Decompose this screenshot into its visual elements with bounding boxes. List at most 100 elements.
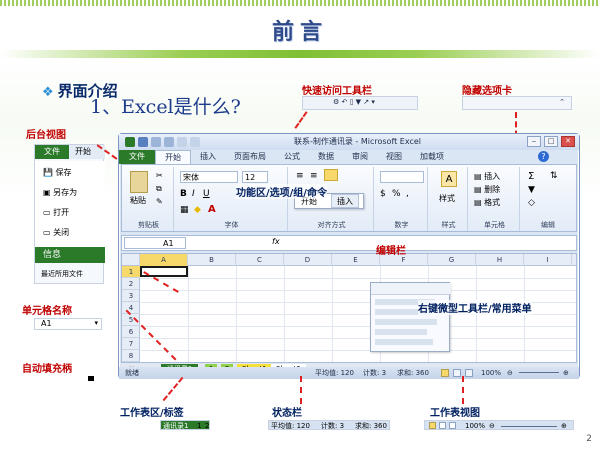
gridline [236, 266, 237, 362]
excel-window: 联系-制作通讯录 - Microsoft Excel ‒ □ ✕ 文件 开始 插… [118, 133, 580, 379]
cut-icon[interactable]: ✂ [156, 171, 163, 180]
format-painter-icon[interactable]: ✎ [156, 197, 163, 206]
group-name-clipboard: 剪贴板 [138, 221, 159, 229]
col-header-d[interactable]: D [284, 254, 332, 266]
cells-delete[interactable]: ▤ 删除 [474, 184, 500, 195]
mini-toolbar[interactable] [371, 283, 451, 295]
sort-filter-icon[interactable]: ⇅ [550, 171, 558, 181]
tab-page-layout[interactable]: 页面布局 [225, 150, 275, 164]
label-autofill: 自动填充柄 [22, 364, 72, 375]
status-bar-arrow [300, 376, 302, 404]
menu-item[interactable] [375, 339, 433, 345]
col-header-h[interactable]: H [476, 254, 524, 266]
customize-qat-icon[interactable] [190, 137, 200, 147]
align-top-icon[interactable]: ≡ [296, 171, 304, 181]
tab-file[interactable]: 文件 [119, 150, 155, 164]
backstage-item-open[interactable]: ▭ 打开 [43, 207, 69, 218]
close-icon[interactable]: ✕ [561, 136, 575, 147]
comma-icon[interactable]: , [406, 189, 409, 199]
save-icon[interactable] [138, 137, 148, 147]
clear-icon[interactable]: ◇ [528, 198, 535, 208]
font-size-select[interactable]: 12 [242, 171, 268, 183]
minimize-icon[interactable]: ‒ [527, 136, 541, 147]
zoom-slider[interactable] [519, 372, 559, 373]
status-thumb-sum: 求和: 360 [355, 422, 387, 430]
select-all-corner[interactable] [122, 254, 140, 266]
tab-review[interactable]: 审阅 [343, 150, 377, 164]
fill-icon[interactable]: ▼ [528, 185, 535, 195]
caret-up-icon: ⌃ [559, 98, 565, 106]
gridline [140, 290, 576, 291]
fx-icon[interactable]: fx [272, 237, 280, 246]
col-header-c[interactable]: C [236, 254, 284, 266]
formula-input[interactable] [284, 237, 572, 249]
group-name-alignment: 对齐方式 [317, 221, 346, 229]
font-name-select[interactable]: 宋体 [180, 171, 238, 183]
diamond-bullet-icon: ❖ [42, 85, 54, 100]
page-break-view-icon[interactable] [465, 369, 473, 377]
align-middle-icon[interactable]: ≡ [310, 171, 318, 181]
print-icon[interactable] [177, 137, 187, 147]
tab-data[interactable]: 数据 [309, 150, 343, 164]
normal-view-icon[interactable] [441, 369, 449, 377]
backstage-item-save[interactable]: 💾 保存 [43, 167, 72, 178]
redo-icon[interactable] [164, 137, 174, 147]
bold-icon[interactable]: B [180, 189, 187, 199]
tab-insert[interactable]: 插入 [191, 150, 225, 164]
ribbon: 粘贴 ✂ ⧉ ✎ 剪贴板 宋体 12 B I U ▦ ◆ A 字体 ≡ ≡ 开始… [121, 164, 577, 232]
group-name-editing: 编辑 [541, 221, 555, 229]
menu-item[interactable] [375, 319, 437, 325]
tab-view[interactable]: 视图 [377, 150, 411, 164]
tab-formulas[interactable]: 公式 [275, 150, 309, 164]
paste-icon[interactable] [130, 171, 148, 193]
col-header-g[interactable]: G [428, 254, 476, 266]
row-header-7[interactable]: 7 [122, 338, 140, 350]
col-header-i[interactable]: I [524, 254, 572, 266]
cells-insert[interactable]: ▤ 插入 [474, 171, 500, 182]
slide: 前言 ❖ 界面介绍 1、Excel是什么? 快速访问工具栏 ⚙ ↶ ▯ ▼ ↗ ▾… [0, 0, 600, 450]
styles-icon[interactable]: A [441, 171, 457, 187]
qat-arrow [294, 111, 308, 129]
row-header-6[interactable]: 6 [122, 326, 140, 338]
col-header-b[interactable]: B [188, 254, 236, 266]
folder-icon: ▭ [43, 208, 51, 217]
backstage-item-save-as[interactable]: ▣ 另存为 [43, 187, 77, 198]
maximize-icon[interactable]: □ [544, 136, 558, 147]
backstage-item-info[interactable]: 信息 [35, 247, 105, 263]
tab-addins[interactable]: 加载项 [411, 150, 453, 164]
zoom-in-icon[interactable]: ⊕ [563, 367, 569, 379]
fill-color-icon[interactable]: ◆ [194, 205, 201, 215]
menu-item[interactable] [375, 329, 427, 335]
mini-tab-insert[interactable]: 插入 [331, 194, 359, 208]
autosum-icon[interactable]: Σ [528, 171, 534, 182]
undo-icon[interactable] [151, 137, 161, 147]
col-header-e[interactable]: E [332, 254, 380, 266]
underline-icon[interactable]: U [203, 189, 210, 199]
font-color-icon[interactable]: A [208, 204, 216, 215]
borders-icon[interactable]: ▦ [180, 205, 189, 215]
copy-icon[interactable]: ⧉ [156, 184, 162, 194]
row-header-4[interactable]: 4 [122, 302, 140, 314]
backstage-item-recent[interactable]: 最近所用文件 [41, 269, 83, 279]
row-header-3[interactable]: 3 [122, 290, 140, 302]
backstage-item-close[interactable]: ▭ 关闭 [43, 227, 69, 238]
name-box[interactable]: A1 [124, 237, 186, 249]
tab-home[interactable]: 开始 [155, 150, 191, 164]
col-header-a[interactable]: A [140, 254, 188, 266]
currency-icon[interactable]: $ [380, 189, 386, 199]
backstage-tab-home[interactable]: 开始 [75, 145, 91, 159]
zoom-out-icon[interactable]: ⊖ [507, 367, 513, 379]
italic-icon[interactable]: I [192, 189, 195, 199]
backstage-tab-file[interactable]: 文件 [35, 145, 69, 159]
row-header-1[interactable]: 1 [122, 266, 140, 278]
number-format-select[interactable] [380, 171, 424, 183]
ribbon-group-number: $ % , 数字 [376, 167, 428, 231]
page-layout-view-icon[interactable] [453, 369, 461, 377]
row-header-2[interactable]: 2 [122, 278, 140, 290]
name-box-thumbnail: A1 ▾ [34, 318, 102, 330]
wrap-text-icon[interactable] [324, 169, 338, 181]
cells-format[interactable]: ▤ 格式 [474, 197, 500, 208]
percent-icon[interactable]: % [392, 189, 401, 199]
row-header-8[interactable]: 8 [122, 350, 140, 362]
help-icon[interactable]: ? [538, 151, 549, 162]
